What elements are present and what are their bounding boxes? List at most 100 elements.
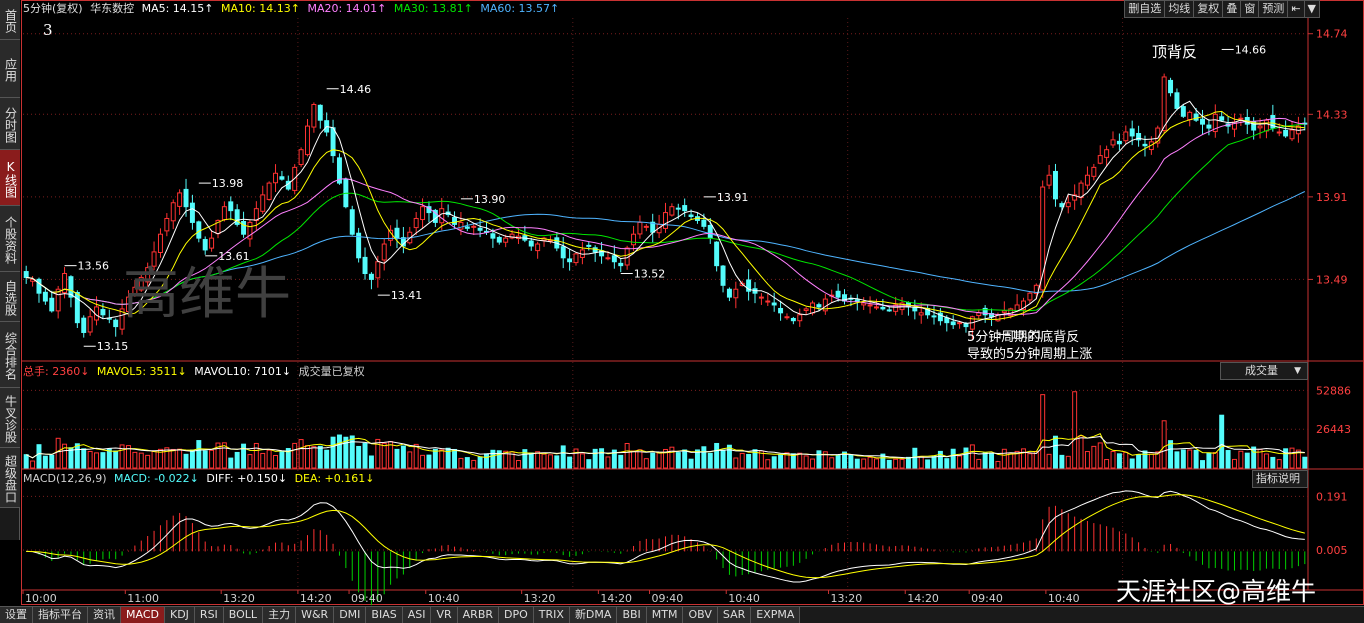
candle-body	[49, 297, 55, 312]
tab-4[interactable]: KDJ	[164, 607, 195, 623]
tab-0[interactable]: 设置	[0, 607, 33, 623]
volume-bar	[771, 456, 777, 469]
tab-18[interactable]: MTM	[646, 607, 684, 623]
candle-body	[880, 306, 886, 310]
tab-12[interactable]: VR	[431, 607, 458, 623]
candle-body	[1257, 125, 1263, 129]
remove-favorite-button[interactable]: 删自选	[1125, 1, 1166, 17]
volume-bar	[132, 451, 138, 469]
volume-bar	[228, 457, 234, 469]
volume-bar	[400, 445, 406, 469]
tab-20[interactable]: SAR	[717, 607, 752, 623]
candle-body	[113, 319, 119, 328]
volume-bar	[1174, 451, 1180, 469]
first-page-icon[interactable]: ⇤	[1288, 1, 1305, 17]
time-label: 14:20	[300, 592, 332, 605]
volume-bar	[1219, 414, 1225, 469]
volume-bar	[1123, 451, 1129, 469]
candle-body	[183, 188, 189, 208]
nav-item-1[interactable]: 应用	[0, 40, 20, 98]
tab-3[interactable]: MACD	[121, 607, 165, 623]
more-dropdown-icon[interactable]: ▼	[1305, 1, 1319, 17]
volume-bar	[1161, 420, 1167, 469]
candle-body	[362, 256, 368, 275]
candle-body	[873, 306, 879, 309]
candle-body	[260, 194, 266, 212]
nav-item-3[interactable]: K线图	[0, 150, 20, 206]
tab-5[interactable]: RSI	[194, 607, 224, 623]
tab-13[interactable]: ARBR	[457, 607, 500, 623]
candle-body	[42, 291, 48, 302]
candle-body	[688, 214, 694, 218]
candle-body	[253, 208, 259, 221]
tab-10[interactable]: BIAS	[366, 607, 403, 623]
tab-15[interactable]: TRIX	[533, 607, 570, 623]
candle-body	[1206, 124, 1212, 129]
volume-bar	[957, 455, 963, 469]
nav-item-2[interactable]: 分时图	[0, 98, 20, 150]
volume-bar	[1283, 448, 1289, 469]
volume-bar	[912, 447, 918, 469]
candle-body	[1046, 174, 1052, 186]
overlay-button[interactable]: 叠	[1223, 1, 1242, 17]
candle-body	[196, 221, 202, 239]
volume-bar	[260, 452, 266, 469]
time-label: 14:20	[907, 592, 939, 605]
ma-button[interactable]: 均线	[1165, 1, 1195, 17]
nav-item-5[interactable]: 自选股	[0, 272, 20, 322]
candle-body	[771, 302, 777, 306]
volume-tick-label: 26443	[1316, 423, 1351, 436]
tab-19[interactable]: OBV	[683, 607, 718, 623]
volume-bar	[963, 447, 969, 469]
volume-bar	[490, 449, 496, 469]
volume-bar	[1065, 455, 1071, 469]
nav-item-4[interactable]: 个股资料	[0, 206, 20, 272]
window-button[interactable]: 窗	[1241, 1, 1260, 17]
volume-bar	[944, 458, 950, 469]
tab-1[interactable]: 指标平台	[33, 607, 88, 623]
candle-body	[1180, 106, 1186, 117]
tab-7[interactable]: 主力	[263, 607, 297, 623]
tab-14[interactable]: DPO	[499, 607, 534, 623]
tab-21[interactable]: EXPMA	[751, 607, 801, 623]
volume-bar	[918, 455, 924, 469]
candle-body	[202, 239, 208, 251]
candle-body	[330, 127, 336, 157]
volume-bar	[247, 454, 253, 469]
volume-bar	[618, 454, 624, 469]
nav-item-8[interactable]: 超级盘口	[0, 448, 20, 508]
tab-17[interactable]: BBI	[617, 607, 647, 623]
tab-9[interactable]: DMI	[334, 607, 367, 623]
time-label: 11:00	[127, 592, 159, 605]
indicator-help-button[interactable]: 指标说明	[1252, 470, 1308, 488]
nav-item-6[interactable]: 综合排名	[0, 322, 20, 388]
forecast-button[interactable]: 预测	[1259, 1, 1289, 17]
candle-body	[279, 176, 285, 180]
volume-bar	[1040, 394, 1046, 469]
nav-item-0[interactable]: 首页	[0, 0, 20, 40]
volume-indicator-select[interactable]: 成交量 ▼	[1220, 362, 1308, 380]
nav-item-7[interactable]: 牛叉诊股	[0, 388, 20, 448]
candle-body	[931, 315, 937, 318]
volume-bar	[87, 450, 93, 469]
tab-11[interactable]: ASI	[402, 607, 432, 623]
candle-body	[87, 316, 93, 333]
volume-bar	[650, 452, 656, 469]
tab-16[interactable]: 新DMA	[569, 607, 618, 623]
tab-2[interactable]: 资讯	[88, 607, 121, 623]
candle-body	[1097, 155, 1103, 164]
extreme-price-label: 13.91	[717, 191, 749, 204]
tab-6[interactable]: BOLL	[223, 607, 264, 623]
tab-8[interactable]: W&R	[296, 607, 335, 623]
candle-body	[1174, 92, 1180, 109]
volume-bar	[1001, 448, 1007, 469]
adjust-button[interactable]: 复权	[1194, 1, 1224, 17]
volume-bar	[452, 448, 458, 469]
volume-select-label: 成交量	[1245, 364, 1278, 377]
candle-body	[496, 236, 502, 243]
ma30-value: MA30: 13.81↑	[393, 2, 473, 15]
volume-bar	[931, 455, 937, 469]
total-volume: 总手: 2360↓	[23, 365, 90, 378]
volume-bar	[100, 452, 106, 469]
candle-body	[944, 317, 950, 324]
